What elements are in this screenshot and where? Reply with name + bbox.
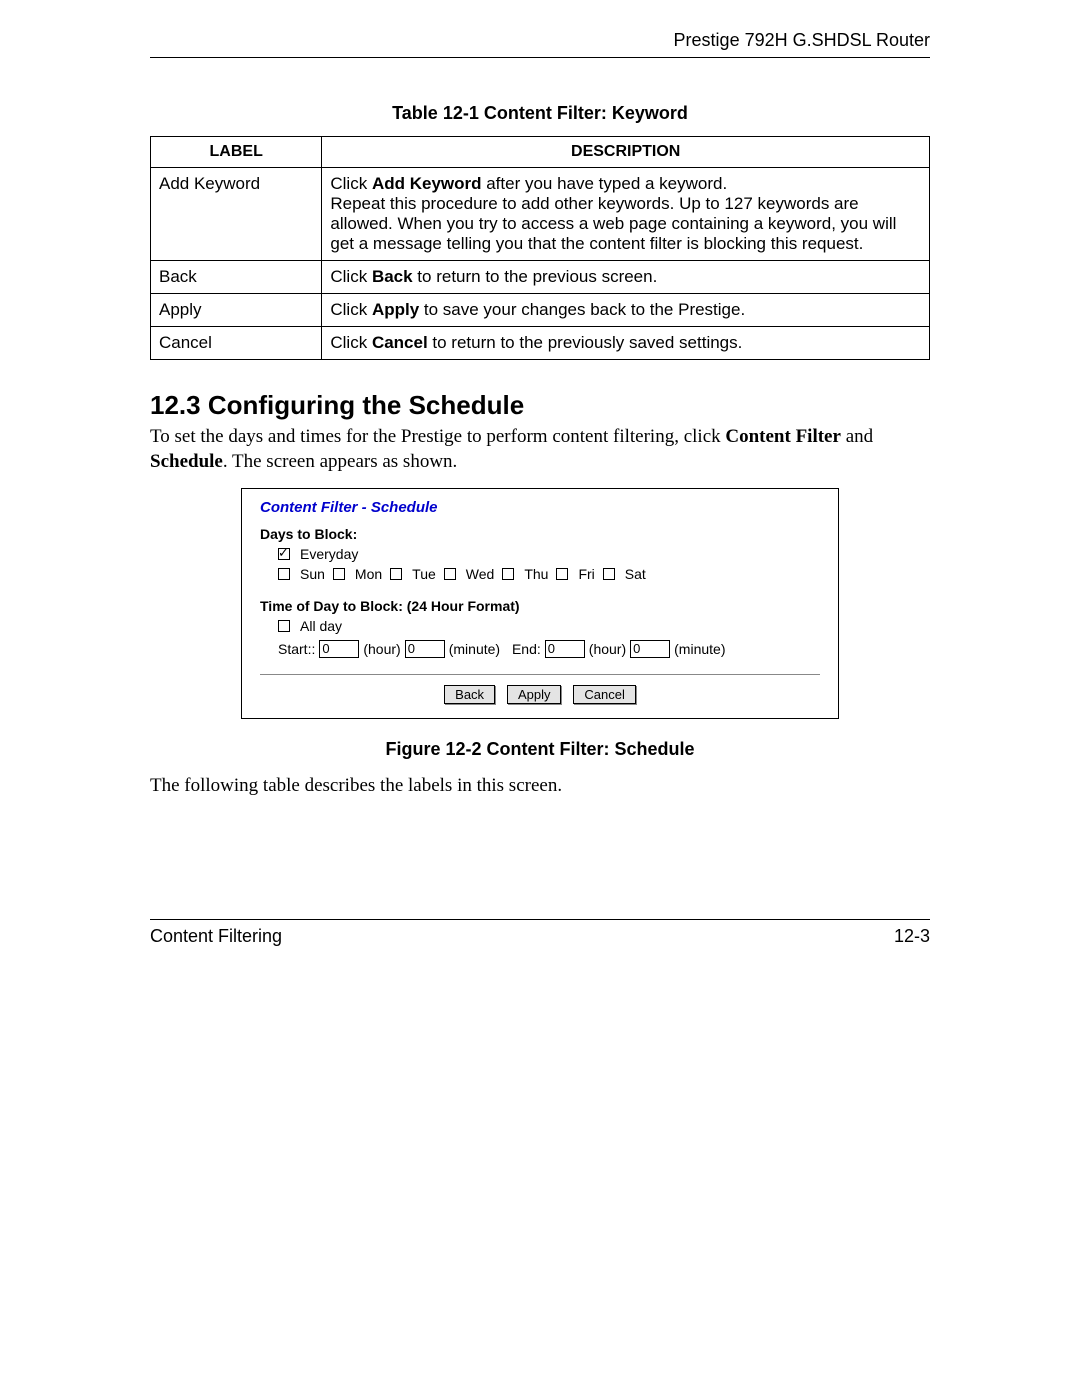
table-row: Cancel Click Cancel to return to the pre… bbox=[151, 327, 930, 360]
start-minute-input[interactable]: 0 bbox=[405, 640, 445, 658]
everyday-label: Everyday bbox=[300, 546, 358, 562]
section-heading: 12.3 Configuring the Schedule bbox=[150, 390, 930, 421]
cancel-button[interactable]: Cancel bbox=[573, 685, 635, 704]
end-minute-input[interactable]: 0 bbox=[630, 640, 670, 658]
footer-right: 12-3 bbox=[894, 926, 930, 947]
cell-label: Apply bbox=[151, 294, 322, 327]
page-footer: Content Filtering 12-3 bbox=[150, 919, 930, 947]
allday-label: All day bbox=[300, 618, 342, 634]
minute-unit: (minute) bbox=[449, 641, 500, 657]
cell-desc: Click Add Keyword after you have typed a… bbox=[322, 168, 930, 261]
checkbox-sun[interactable] bbox=[278, 568, 290, 580]
footer-left: Content Filtering bbox=[150, 926, 282, 947]
schedule-panel: Content Filter - Schedule Days to Block:… bbox=[241, 488, 839, 719]
apply-button[interactable]: Apply bbox=[507, 685, 562, 704]
day-thu: Thu bbox=[524, 566, 548, 582]
checkbox-everyday[interactable] bbox=[278, 548, 290, 560]
start-label: Start:: bbox=[278, 641, 315, 657]
cell-desc: Click Back to return to the previous scr… bbox=[322, 261, 930, 294]
start-hour-input[interactable]: 0 bbox=[319, 640, 359, 658]
following-text: The following table describes the labels… bbox=[150, 774, 930, 799]
checkbox-mon[interactable] bbox=[333, 568, 345, 580]
th-description: DESCRIPTION bbox=[322, 137, 930, 168]
panel-title: Content Filter - Schedule bbox=[260, 499, 820, 516]
checkbox-thu[interactable] bbox=[502, 568, 514, 580]
product-name: Prestige 792H G.SHDSL Router bbox=[674, 30, 930, 50]
table-row: Add Keyword Click Add Keyword after you … bbox=[151, 168, 930, 261]
cell-label: Add Keyword bbox=[151, 168, 322, 261]
table-row: Back Click Back to return to the previou… bbox=[151, 261, 930, 294]
figure-caption: Figure 12-2 Content Filter: Schedule bbox=[150, 739, 930, 760]
checkbox-tue[interactable] bbox=[390, 568, 402, 580]
table-caption: Table 12-1 Content Filter: Keyword bbox=[150, 103, 930, 124]
table-row: Apply Click Apply to save your changes b… bbox=[151, 294, 930, 327]
checkbox-wed[interactable] bbox=[444, 568, 456, 580]
checkbox-allday[interactable] bbox=[278, 620, 290, 632]
day-tue: Tue bbox=[412, 566, 436, 582]
minute-unit: (minute) bbox=[674, 641, 725, 657]
day-fri: Fri bbox=[578, 566, 594, 582]
day-wed: Wed bbox=[466, 566, 495, 582]
section-intro: To set the days and times for the Presti… bbox=[150, 425, 930, 474]
day-sat: Sat bbox=[625, 566, 646, 582]
cell-label: Back bbox=[151, 261, 322, 294]
end-hour-input[interactable]: 0 bbox=[545, 640, 585, 658]
day-mon: Mon bbox=[355, 566, 382, 582]
checkbox-sat[interactable] bbox=[603, 568, 615, 580]
end-label: End: bbox=[512, 641, 541, 657]
keyword-table: LABEL DESCRIPTION Add Keyword Click Add … bbox=[150, 136, 930, 360]
time-of-day-label: Time of Day to Block: (24 Hour Format) bbox=[260, 598, 820, 614]
days-to-block-label: Days to Block: bbox=[260, 526, 820, 542]
cell-label: Cancel bbox=[151, 327, 322, 360]
back-button[interactable]: Back bbox=[444, 685, 495, 704]
cell-desc: Click Cancel to return to the previously… bbox=[322, 327, 930, 360]
hour-unit: (hour) bbox=[589, 641, 626, 657]
checkbox-fri[interactable] bbox=[556, 568, 568, 580]
cell-desc: Click Apply to save your changes back to… bbox=[322, 294, 930, 327]
panel-divider bbox=[260, 674, 820, 675]
day-sun: Sun bbox=[300, 566, 325, 582]
hour-unit: (hour) bbox=[363, 641, 400, 657]
page-header: Prestige 792H G.SHDSL Router bbox=[150, 30, 930, 58]
th-label: LABEL bbox=[151, 137, 322, 168]
